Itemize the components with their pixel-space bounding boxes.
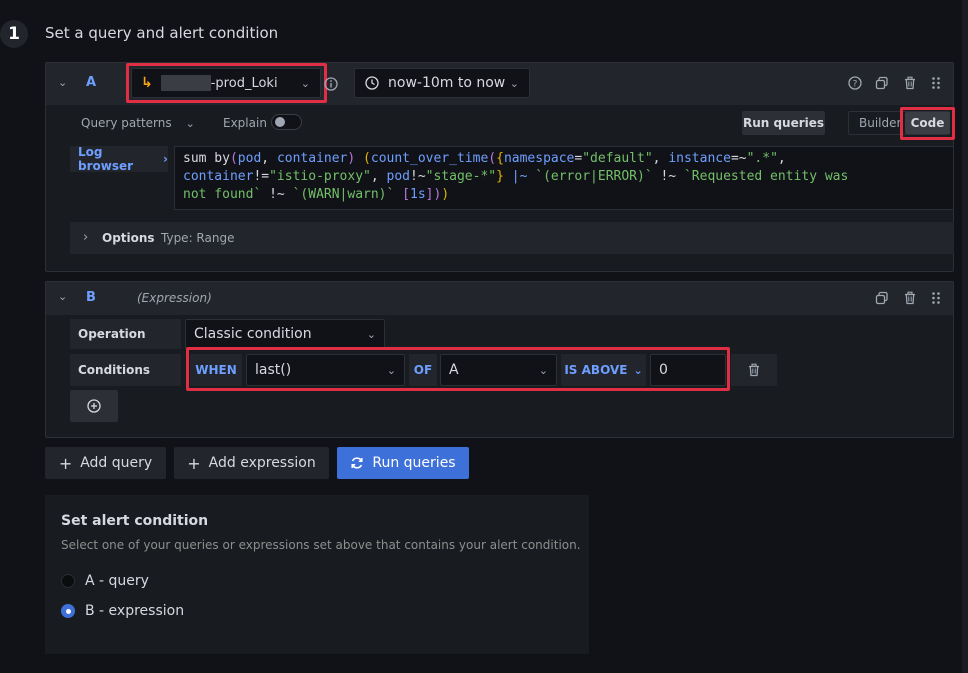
log-browser-label: Log browser: [78, 145, 134, 173]
step-title: Set a query and alert condition: [45, 24, 279, 42]
query-code-editor[interactable]: sum by(pod, container) (count_over_time(…: [174, 146, 954, 210]
step-number-badge: 1: [0, 20, 28, 48]
radio-option-b[interactable]: B - expression: [61, 603, 184, 619]
scrollbar[interactable]: [962, 0, 968, 673]
trash-icon[interactable]: [901, 74, 919, 92]
time-range-picker[interactable]: now-10m to now ⌄: [354, 68, 530, 98]
threshold-value: 0: [659, 362, 668, 378]
expression-subtitle: (Expression): [137, 291, 212, 305]
options-label: Options: [102, 231, 155, 245]
toggle-knob: [275, 117, 285, 127]
collapse-chevron-icon[interactable]: ⌄: [58, 76, 67, 89]
add-condition-button[interactable]: [70, 390, 118, 422]
chevron-down-icon: ⌄: [633, 363, 643, 377]
clock-icon: [365, 76, 379, 90]
collapse-chevron-icon[interactable]: ⌄: [58, 290, 67, 303]
radio-b-label: B - expression: [85, 603, 185, 619]
query-a-letter[interactable]: A: [86, 75, 96, 90]
threshold-input[interactable]: 0: [650, 354, 726, 386]
plus-circle-icon: [87, 399, 101, 413]
log-browser-button[interactable]: Log browser ›: [70, 145, 168, 173]
operation-select[interactable]: Classic condition ⌄: [185, 319, 385, 349]
drag-handle-icon[interactable]: [927, 74, 945, 92]
of-keyword: OF: [409, 354, 437, 386]
radio-a[interactable]: [61, 574, 75, 588]
datasource-name: -prod_Loki: [210, 75, 278, 91]
query-ref-select[interactable]: A ⌄: [440, 354, 557, 386]
reducer-value: last(): [255, 362, 292, 378]
delete-condition-button[interactable]: [731, 354, 777, 386]
run-queries-button[interactable]: Run queries: [337, 447, 469, 479]
info-icon[interactable]: [322, 75, 340, 93]
alert-condition-title: Set alert condition: [61, 513, 209, 529]
help-icon[interactable]: ?: [846, 74, 864, 92]
svg-text:?: ?: [853, 79, 858, 89]
chevron-down-icon: ⌄: [386, 363, 396, 377]
plus-icon: +: [187, 453, 201, 473]
radio-a-label: A - query: [85, 573, 149, 589]
code-mode-option[interactable]: Code: [905, 112, 950, 134]
run-queries-small-button[interactable]: Run queries: [742, 111, 825, 135]
loki-logo-icon: ↳: [141, 75, 153, 91]
add-expression-label: Add expression: [208, 455, 316, 471]
time-range-value: now-10m to now: [388, 75, 506, 91]
operation-label: Operation: [70, 319, 181, 349]
query-patterns-label: Query patterns: [81, 116, 172, 130]
trash-icon: [747, 363, 761, 377]
explain-label: Explain: [223, 116, 267, 130]
chevron-right-icon: ›: [83, 230, 89, 245]
run-queries-label: Run queries: [372, 455, 456, 471]
add-query-label: Add query: [80, 455, 153, 471]
sync-icon: [350, 456, 364, 470]
chevron-down-icon: ⌄: [538, 363, 548, 377]
when-keyword: WHEN: [190, 354, 242, 386]
evaluator-value: IS ABOVE: [564, 363, 628, 377]
radio-option-a[interactable]: A - query: [61, 573, 149, 589]
explain-toggle[interactable]: [271, 114, 302, 130]
chevron-down-icon: ⌄: [185, 116, 195, 130]
conditions-label: Conditions: [70, 354, 181, 386]
add-expression-button[interactable]: + Add expression: [174, 447, 329, 479]
add-query-button[interactable]: + Add query: [45, 447, 166, 479]
chevron-down-icon: ⌄: [300, 76, 310, 90]
alert-condition-description: Select one of your queries or expression…: [61, 538, 581, 552]
reducer-select[interactable]: last() ⌄: [246, 354, 405, 386]
expression-b-letter[interactable]: B: [86, 290, 96, 305]
plus-icon: +: [58, 453, 73, 473]
duplicate-icon[interactable]: [873, 74, 891, 92]
chevron-down-icon: ⌄: [366, 327, 376, 341]
chevron-right-icon: ›: [163, 152, 168, 166]
drag-handle-icon[interactable]: [927, 289, 945, 307]
redacted-block: [160, 75, 211, 91]
query-ref-value: A: [449, 362, 459, 378]
options-type: Type: Range: [161, 231, 235, 245]
query-patterns-dropdown[interactable]: Query patterns ⌄: [81, 116, 195, 130]
trash-icon[interactable]: [901, 289, 919, 307]
duplicate-icon[interactable]: [873, 289, 891, 307]
radio-b[interactable]: [61, 604, 75, 618]
datasource-picker[interactable]: ↳ -prod_Loki ⌄: [131, 68, 321, 98]
chevron-down-icon: ⌄: [509, 76, 519, 90]
builder-mode-option[interactable]: Builder: [859, 116, 901, 130]
evaluator-select[interactable]: IS ABOVE ⌄: [561, 354, 646, 386]
operation-value: Classic condition: [194, 326, 312, 342]
